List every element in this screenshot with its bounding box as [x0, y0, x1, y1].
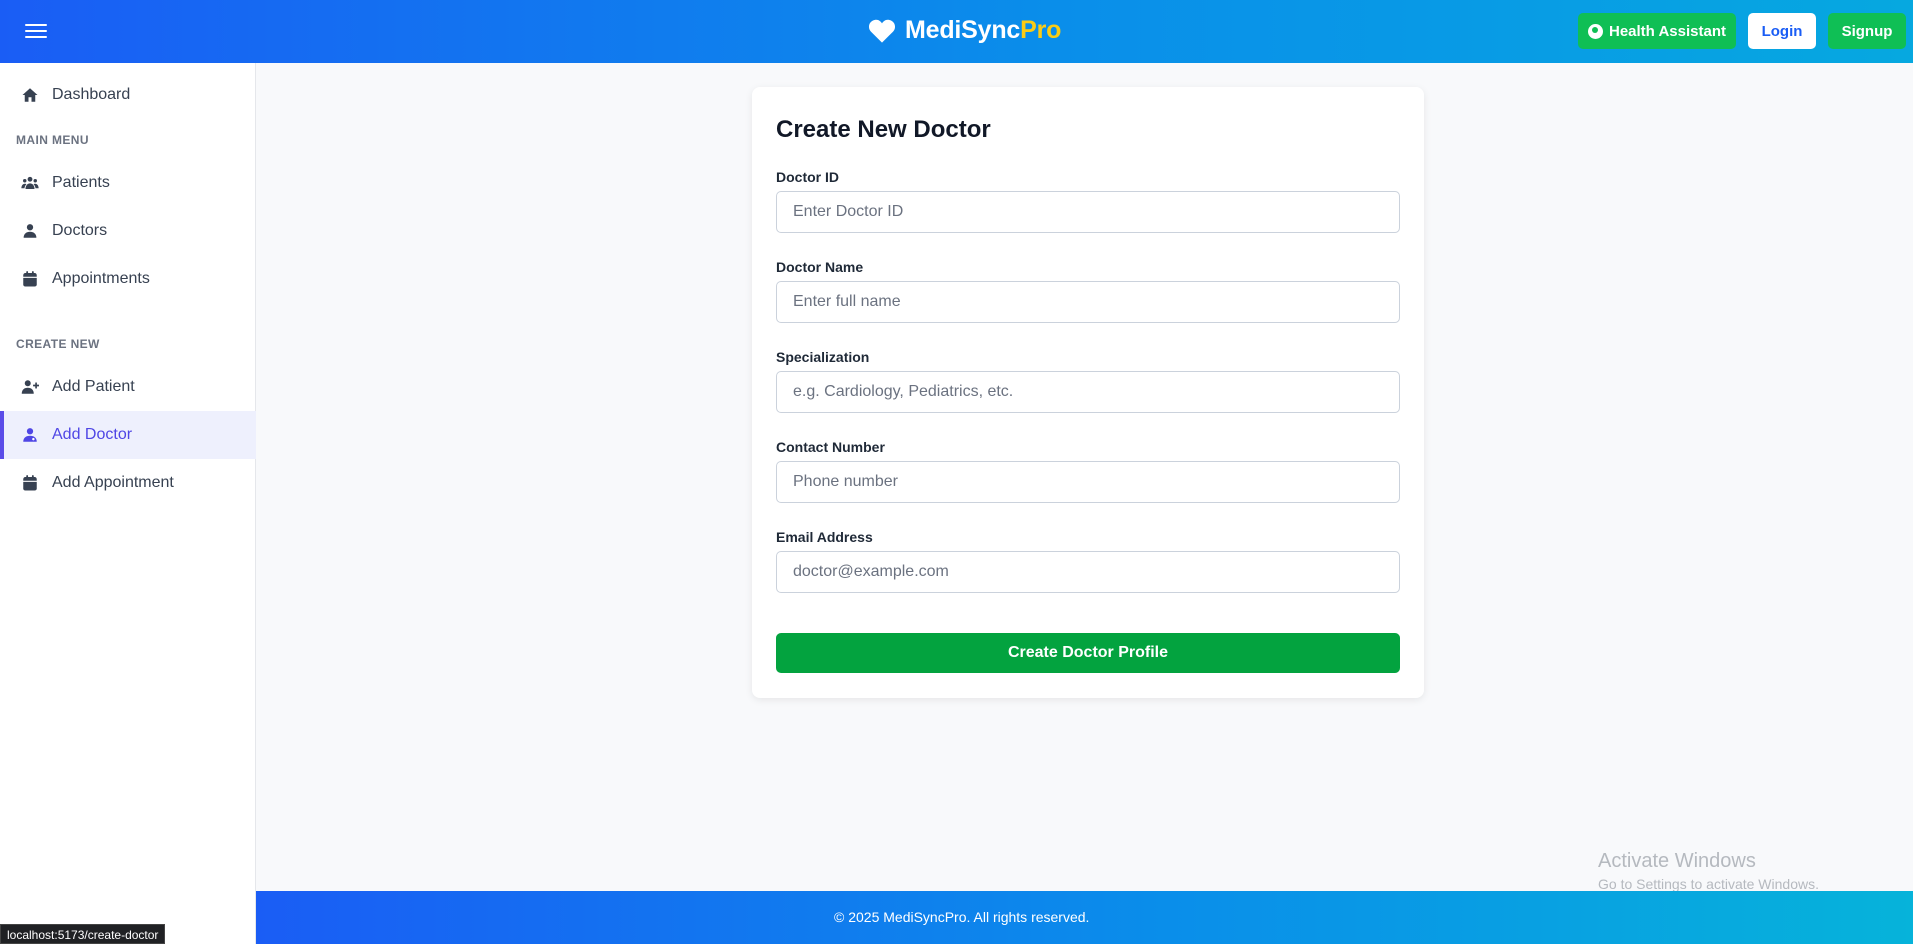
- home-icon: [21, 86, 39, 104]
- page-title: Create New Doctor: [776, 116, 991, 143]
- users-icon: [21, 174, 39, 192]
- sidebar-item-add-doctor[interactable]: Add Doctor: [0, 411, 256, 459]
- brand-logo[interactable]: MediSyncPro: [868, 16, 1061, 45]
- email-address-label: Email Address: [776, 529, 873, 545]
- sidebar-item-label: Add Appointment: [52, 474, 174, 491]
- sidebar-item-dashboard[interactable]: Dashboard: [0, 71, 256, 119]
- signup-button[interactable]: Signup: [1828, 13, 1906, 49]
- doctor-name-label: Doctor Name: [776, 259, 864, 275]
- sidebar: Dashboard MAIN MENU Patients Doctors App…: [0, 63, 256, 944]
- heart-icon: [868, 19, 896, 43]
- brand-name-main: MediSync: [905, 16, 1021, 44]
- sidebar-item-label: Add Doctor: [52, 426, 133, 443]
- copyright-text: © 2025 MediSyncPro. All rights reserved.: [834, 909, 1090, 925]
- section-title-main-menu: MAIN MENU: [16, 133, 89, 147]
- contact-number-input[interactable]: [776, 461, 1400, 503]
- calendar-plus-icon: [21, 474, 39, 492]
- user-plus-icon: [21, 378, 39, 396]
- footer: © 2025 MediSyncPro. All rights reserved.: [256, 891, 1913, 944]
- calendar-icon: [21, 270, 39, 288]
- hamburger-menu-icon[interactable]: [25, 20, 47, 42]
- doctor-id-input[interactable]: [776, 191, 1400, 233]
- user-doctor-icon: [21, 426, 39, 444]
- brand-name-accent: Pro: [1020, 16, 1062, 44]
- create-doctor-card: Create New Doctor Doctor ID Doctor Name …: [752, 87, 1424, 698]
- create-doctor-profile-button[interactable]: Create Doctor Profile: [776, 633, 1400, 673]
- health-assistant-label: Health Assistant: [1609, 22, 1726, 40]
- doctor-name-input[interactable]: [776, 281, 1400, 323]
- sidebar-item-patients[interactable]: Patients: [0, 159, 256, 207]
- sidebar-item-label: Add Patient: [52, 378, 135, 395]
- user-icon: [21, 222, 39, 240]
- sidebar-item-add-appointment[interactable]: Add Appointment: [0, 459, 256, 507]
- section-title-create-new: CREATE NEW: [16, 337, 100, 351]
- top-header: MediSyncPro Health Assistant Login Signu…: [0, 0, 1913, 63]
- health-assistant-button[interactable]: Health Assistant: [1578, 13, 1736, 49]
- contact-number-label: Contact Number: [776, 439, 885, 455]
- sidebar-item-label: Dashboard: [52, 86, 131, 103]
- brand-name: MediSyncPro: [905, 16, 1061, 45]
- sidebar-item-label: Patients: [52, 174, 110, 191]
- status-bar-url: localhost:5173/create-doctor: [0, 924, 166, 944]
- activate-windows-subtitle: Go to Settings to activate Windows.: [1598, 876, 1819, 892]
- doctor-id-label: Doctor ID: [776, 169, 839, 185]
- sidebar-item-appointments[interactable]: Appointments: [0, 255, 256, 303]
- sidebar-item-doctors[interactable]: Doctors: [0, 207, 256, 255]
- sidebar-item-add-patient[interactable]: Add Patient: [0, 363, 256, 411]
- login-button[interactable]: Login: [1748, 13, 1816, 49]
- email-address-input[interactable]: [776, 551, 1400, 593]
- sidebar-item-label: Doctors: [52, 222, 108, 239]
- assistant-icon: [1588, 23, 1603, 39]
- specialization-input[interactable]: [776, 371, 1400, 413]
- activate-windows-watermark: Activate Windows: [1598, 850, 1756, 872]
- sidebar-item-label: Appointments: [52, 270, 150, 287]
- specialization-label: Specialization: [776, 349, 870, 365]
